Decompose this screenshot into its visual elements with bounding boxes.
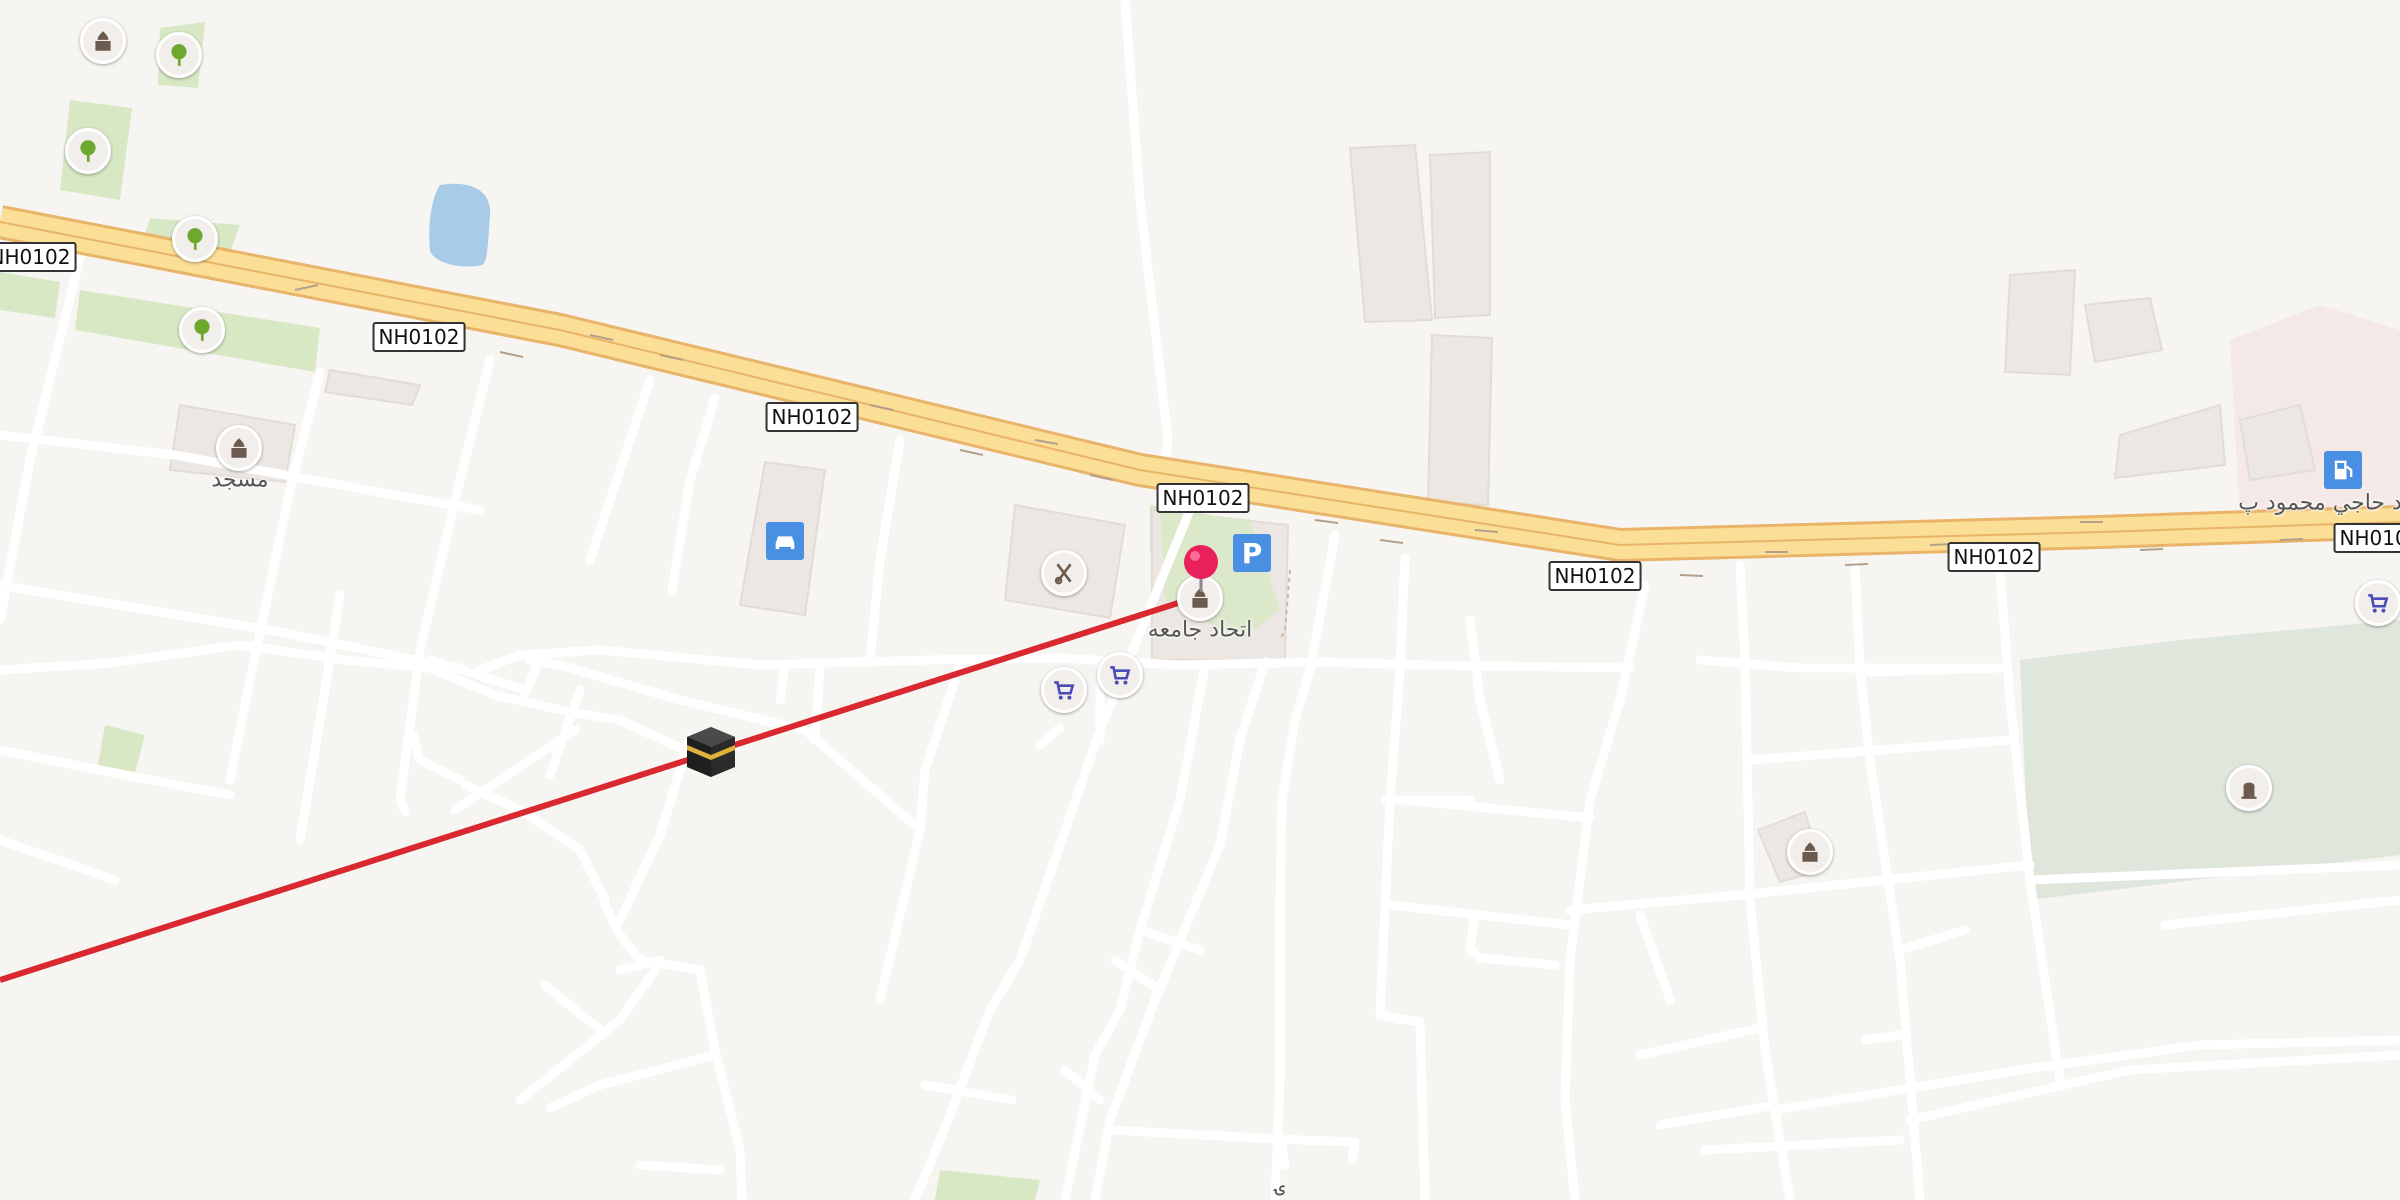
road-shield: NH0102 [372,322,466,352]
tree-icon[interactable] [179,307,225,353]
street-label: ۍ [1274,1176,1286,1198]
tree-icon[interactable] [65,128,111,174]
parking-icon[interactable]: P [1233,534,1271,572]
road-shield: NH0102 [1156,483,1250,513]
buildings [168,143,2317,884]
location-pin-icon[interactable] [1181,544,1221,596]
fuel-pump-icon[interactable] [2324,451,2362,489]
haji-mahmood-label: د حاجي محمود پ [2238,490,2400,516]
map-view[interactable]: NH0102 NH0102 NH0102 NH0102 NH0102 NH010… [0,0,2400,1200]
shopping-cart-icon[interactable] [2355,580,2400,626]
mosque-icon[interactable] [80,18,126,64]
road-shield: NH0102 [0,242,77,272]
hairdresser-icon[interactable] [1041,550,1087,596]
car-icon[interactable] [766,522,804,560]
kaaba-icon[interactable] [681,721,741,785]
water-pond [429,183,491,267]
ittihad-mosque-label: اتحاد جامعه [1147,617,1253,643]
cemetery-area [2020,620,2400,900]
shopping-cart-icon[interactable] [1041,667,1087,713]
road-shield: NH0102 [765,402,859,432]
shopping-cart-icon[interactable] [1097,652,1143,698]
road-shield: NH0102 [1548,561,1642,591]
tree-icon[interactable] [156,32,202,78]
road-shield: NH0102 [1947,542,2041,572]
mosque-icon[interactable] [1787,829,1833,875]
tree-icon[interactable] [172,216,218,262]
grave-icon[interactable] [2226,765,2272,811]
mosque-icon[interactable] [216,425,262,471]
road-shield: NH0102 [2333,523,2400,553]
masjid-label: مسجد [211,467,269,493]
